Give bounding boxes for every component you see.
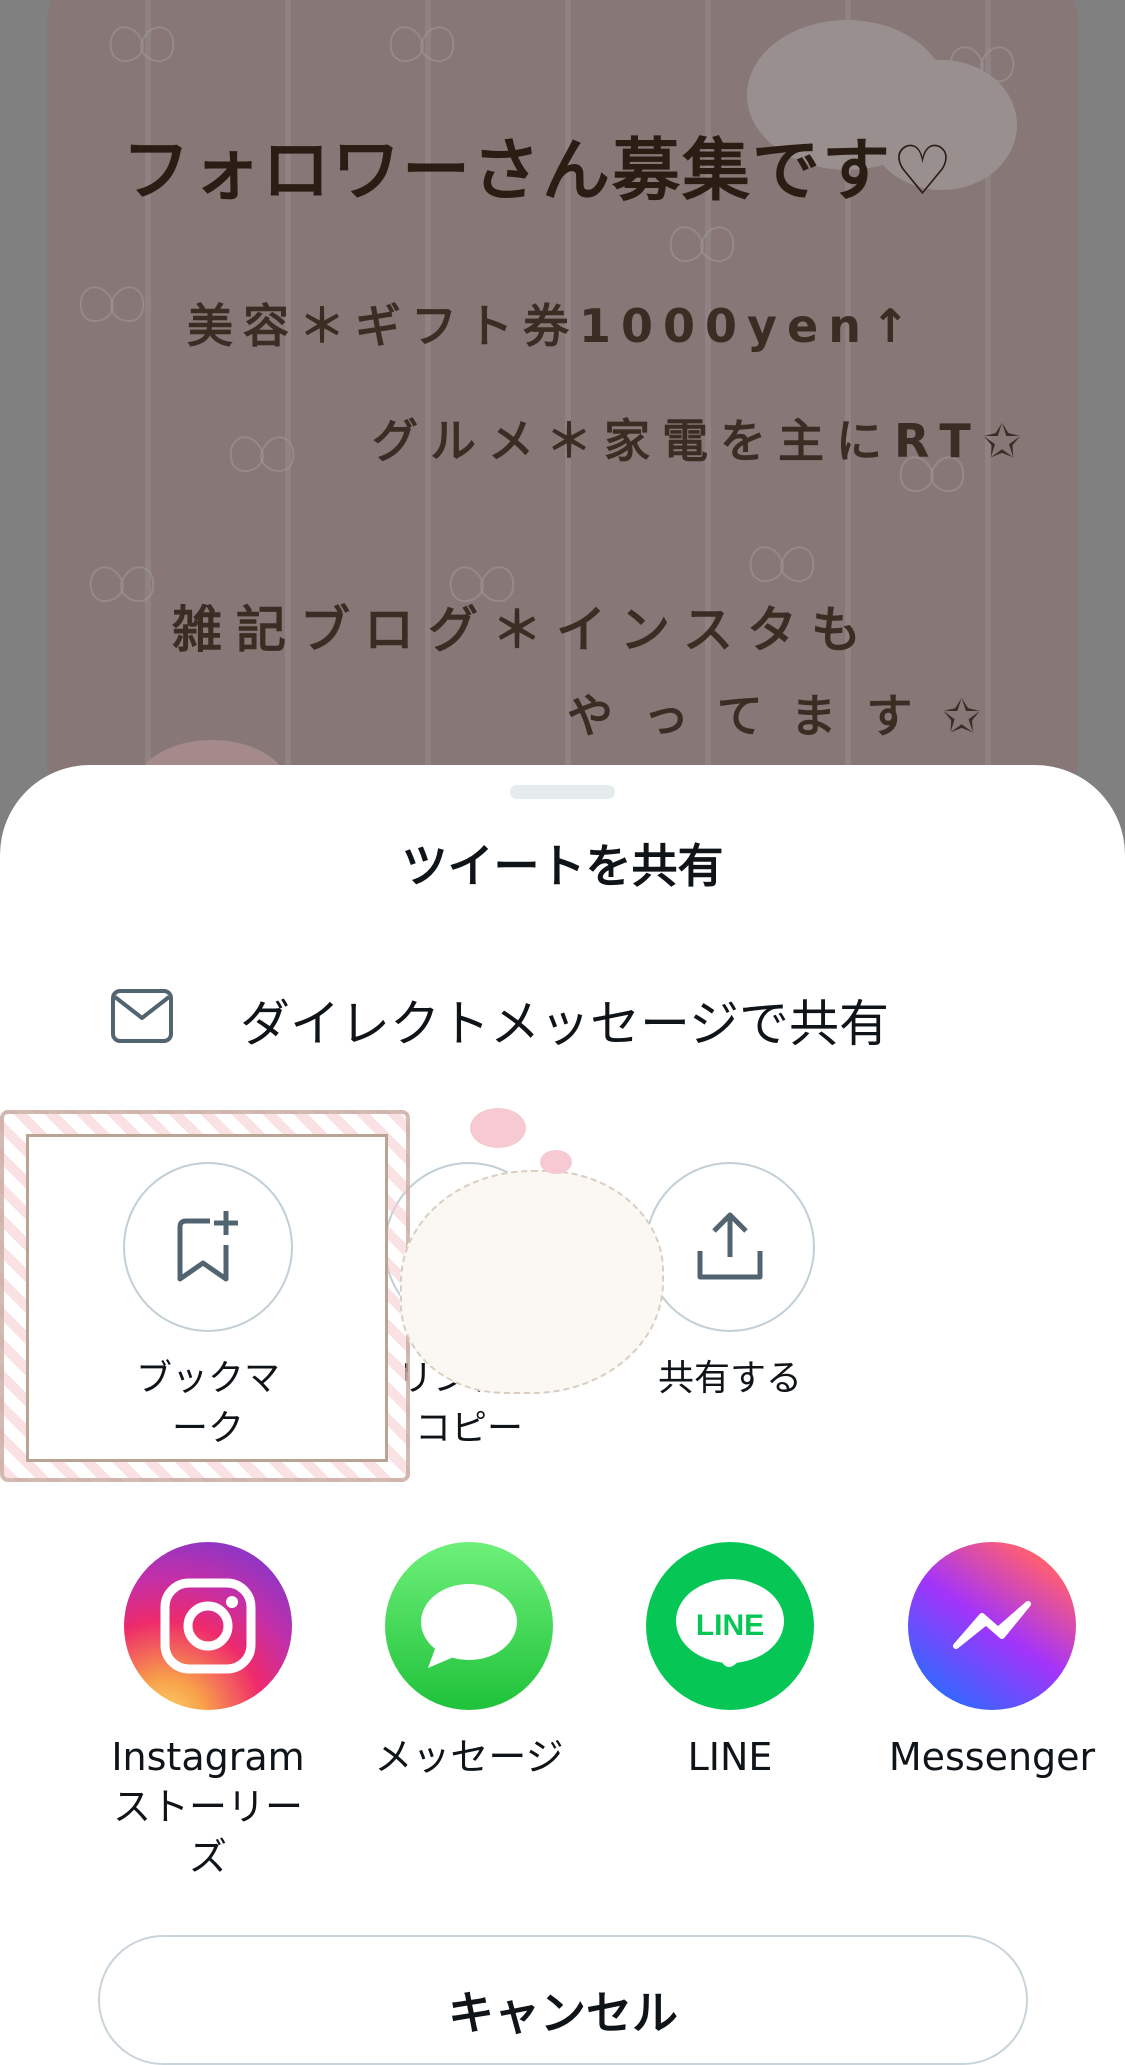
messenger-app-button[interactable]: Messenger [872,1542,1112,1782]
line-app-button[interactable]: LINE LINE [610,1542,850,1782]
bow-pattern [387,20,457,66]
share-upload-icon [697,1212,763,1280]
cancel-button[interactable]: キャンセル [98,1935,1028,2065]
bow-pattern [747,540,817,586]
dm-label: ダイレクトメッセージで共有 [240,995,889,1053]
envelope-icon [111,989,173,1043]
share-via-dm-button[interactable]: ダイレクトメッセージで共有 [0,960,1125,1075]
instagram-icon [124,1542,292,1710]
line-icon: LINE [646,1542,814,1710]
bookmark-circle [123,1162,293,1332]
messages-app-button[interactable]: メッセージ [349,1542,589,1782]
bow-pattern [667,220,737,266]
sheet-title: ツイートを共有 [401,839,724,893]
share-label: 共有する [657,1358,802,1399]
instagram-glyph [160,1578,256,1674]
bookmark-label: ブックマーク [135,1358,280,1449]
fluffy-sheep-sticker [400,1170,664,1394]
tweet-image-text: 美容＊ギフト券1000yen↑ [187,299,920,353]
bow-pattern [87,560,157,606]
instagram-label: Instagram ストーリーズ [111,1735,305,1879]
line-label: LINE [687,1735,773,1779]
bookmark-add-icon [177,1211,238,1282]
tweet-image-text: やってます✩ [567,689,1011,743]
tweet-image-text: グルメ＊家電を主にRT✩ [372,414,1034,468]
bow-pattern [77,280,147,326]
tweet-image: フォロワーさん募集です♡ 美容＊ギフト券1000yen↑ グルメ＊家電を主にRT… [47,0,1078,800]
instagram-stories-button[interactable]: Instagram ストーリーズ [88,1542,328,1882]
messenger-bolt-glyph [953,1601,1031,1649]
messenger-icon [908,1542,1076,1710]
heart-sticker [470,1108,526,1148]
bow-pattern [227,430,297,476]
heart-sticker [540,1150,572,1174]
bookmark-button-visible[interactable]: ブックマーク [108,1162,308,1454]
tweet-image-text: 雑記ブログ＊インスタも [172,601,875,659]
messenger-label: Messenger [888,1735,1096,1779]
bow-pattern [107,20,177,66]
share-circle [645,1162,815,1332]
tweet-image-text: フォロワーさん募集です♡ [122,132,955,211]
line-logo-text: LINE [695,1609,765,1642]
sheet-grabber[interactable] [510,785,615,799]
messages-icon [385,1542,553,1710]
messages-label: メッセージ [374,1735,564,1779]
speech-bubble-glyph [421,1584,517,1668]
